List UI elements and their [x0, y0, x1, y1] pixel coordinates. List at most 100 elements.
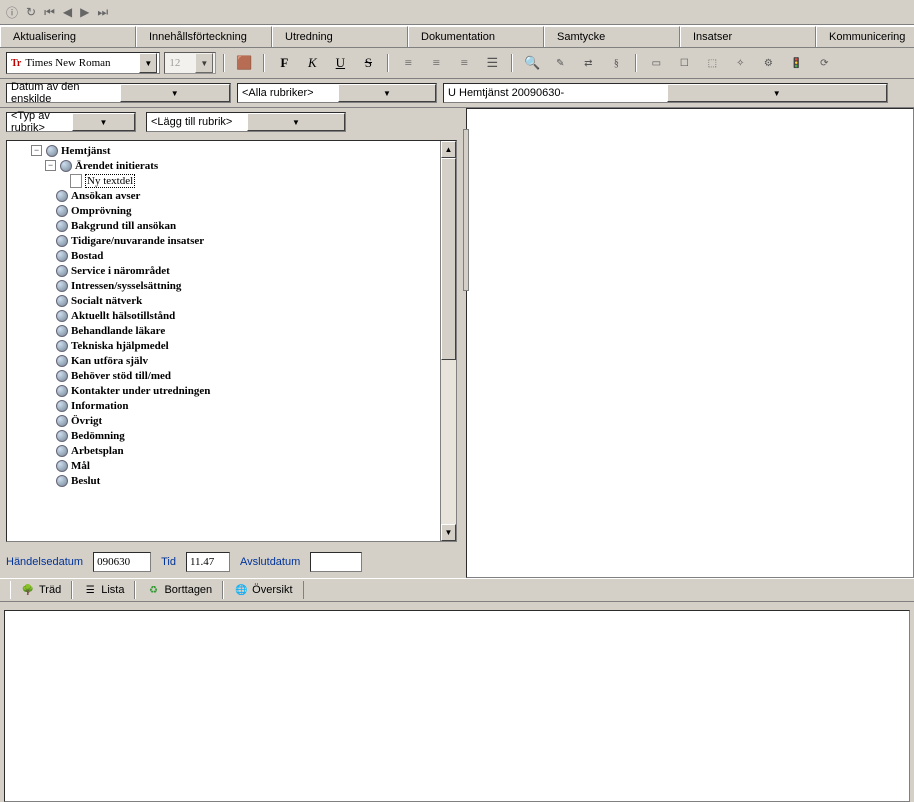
period-combo[interactable]: U Hemtjänst 20090630- ▼: [443, 83, 888, 103]
node-icon: [56, 430, 68, 442]
find-icon[interactable]: 🔍: [520, 51, 544, 75]
chevron-down-icon[interactable]: ▼: [72, 113, 135, 131]
next-icon[interactable]: ▶: [80, 5, 89, 19]
tree-item[interactable]: Arbetsplan: [71, 445, 124, 457]
tree-item[interactable]: Aktuellt hälsotillstånd: [71, 310, 175, 322]
lagg-till-rubrik-combo[interactable]: <Lägg till rubrik> ▼: [146, 112, 346, 132]
rubrik-tree[interactable]: − Hemtjänst − Ärendet initierats Ny text…: [6, 140, 457, 542]
last-icon[interactable]: ⏭: [97, 5, 108, 20]
viewtab-borttagen[interactable]: ♻ Borttagen: [135, 581, 223, 599]
font-size-combo[interactable]: 12 ▼: [164, 52, 216, 74]
node-icon: [56, 385, 68, 397]
prev-icon[interactable]: ◀: [63, 5, 72, 19]
tool-icon-10[interactable]: ⟳: [812, 51, 836, 75]
font-type-icon: Tr: [11, 58, 21, 69]
viewtab-oversikt-label: Översikt: [252, 584, 292, 596]
tree-item[interactable]: Övrigt: [71, 415, 102, 427]
tree-item[interactable]: Kan utföra själv: [71, 355, 148, 367]
underline-button[interactable]: U: [328, 51, 352, 75]
chevron-down-icon[interactable]: ▼: [338, 84, 436, 102]
scroll-down-icon[interactable]: ▼: [441, 524, 456, 541]
recycle-icon: ♻: [146, 583, 160, 597]
text-editor[interactable]: [4, 610, 910, 802]
tree-item[interactable]: Tidigare/nuvarande insatser: [71, 235, 204, 247]
viewtab-lista[interactable]: ☰ Lista: [72, 581, 135, 599]
align-left-icon[interactable]: ≡: [396, 51, 420, 75]
tree-initierats[interactable]: Ärendet initierats: [75, 160, 158, 172]
avslut-input[interactable]: [310, 552, 362, 572]
tab-dokumentation[interactable]: Dokumentation: [408, 26, 544, 47]
tree-item[interactable]: Information: [71, 400, 128, 412]
chevron-down-icon[interactable]: ▼: [139, 53, 157, 73]
rubrik-row: <Typ av rubrik> ▼ <Lägg till rubrik> ▼: [0, 108, 463, 136]
viewtab-oversikt[interactable]: 🌐 Översikt: [223, 581, 303, 599]
tree-item[interactable]: Socialt nätverk: [71, 295, 142, 307]
tree-item[interactable]: Kontakter under utredningen: [71, 385, 210, 397]
bold-button[interactable]: F: [272, 51, 296, 75]
tree-item[interactable]: Intressen/sysselsättning: [71, 280, 181, 292]
tool-icon-5[interactable]: ☐: [672, 51, 696, 75]
bullets-icon[interactable]: ☰: [480, 51, 504, 75]
tree-item[interactable]: Tekniska hjälpmedel: [71, 340, 169, 352]
node-icon: [56, 280, 68, 292]
align-right-icon[interactable]: ≡: [452, 51, 476, 75]
tool-icon-3[interactable]: §: [604, 51, 628, 75]
tree-item[interactable]: Service i närområdet: [71, 265, 170, 277]
tree-item[interactable]: Bakgrund till ansökan: [71, 220, 176, 232]
tab-insatser[interactable]: Insatser: [680, 26, 816, 47]
node-icon: [56, 220, 68, 232]
tool-icon-4[interactable]: ▭: [644, 51, 668, 75]
handelsedatum-input[interactable]: [93, 552, 151, 572]
tree-item[interactable]: Bostad: [71, 250, 103, 262]
scroll-up-icon[interactable]: ▲: [441, 141, 456, 158]
align-center-icon[interactable]: ≡: [424, 51, 448, 75]
tool-icon-1[interactable]: ✎: [548, 51, 572, 75]
italic-button[interactable]: K: [300, 51, 324, 75]
node-icon: [56, 265, 68, 277]
refresh-icon[interactable]: ↻: [26, 5, 36, 19]
tab-aktualisering[interactable]: Aktualisering: [0, 26, 136, 47]
viewtab-trad[interactable]: 🌳 Träd: [10, 581, 72, 599]
fill-color-icon[interactable]: 🟫: [232, 51, 256, 75]
tree-root[interactable]: Hemtjänst: [61, 145, 111, 157]
document-preview[interactable]: [466, 108, 914, 578]
tree-item[interactable]: Mål: [71, 460, 90, 472]
node-icon: [56, 295, 68, 307]
tool-icon-9[interactable]: 🚦: [784, 51, 808, 75]
expander-icon[interactable]: −: [45, 160, 56, 171]
tool-icon-7[interactable]: ✧: [728, 51, 752, 75]
node-icon: [56, 475, 68, 487]
rubriker-combo[interactable]: <Alla rubriker> ▼: [237, 83, 437, 103]
tab-utredning[interactable]: Utredning: [272, 26, 408, 47]
tree-item[interactable]: Beslut: [71, 475, 100, 487]
chevron-down-icon[interactable]: ▼: [247, 113, 345, 131]
typ-av-rubrik-combo[interactable]: <Typ av rubrik> ▼: [6, 112, 136, 132]
first-icon[interactable]: ⏮: [44, 5, 55, 20]
tree-item[interactable]: Bedömning: [71, 430, 125, 442]
doc-icon: [70, 174, 82, 188]
datum-value: Datum av den enskilde: [11, 81, 120, 105]
tool-icon-8[interactable]: ⚙: [756, 51, 780, 75]
chevron-down-icon[interactable]: ▼: [667, 84, 888, 102]
tab-kommunicering[interactable]: Kommunicering: [816, 26, 914, 47]
tool-icon-2[interactable]: ⇄: [576, 51, 600, 75]
tree-item[interactable]: Ansökan avser: [71, 190, 140, 202]
scroll-thumb[interactable]: [441, 158, 456, 360]
expander-icon[interactable]: −: [31, 145, 42, 156]
tree-nytext[interactable]: Ny textdel: [85, 174, 135, 188]
node-icon: [56, 415, 68, 427]
info-icon[interactable]: ⓘ: [6, 4, 18, 21]
tree-item[interactable]: Behandlande läkare: [71, 325, 165, 337]
chevron-down-icon[interactable]: ▼: [120, 84, 231, 102]
strike-button[interactable]: S: [356, 51, 380, 75]
font-name-combo[interactable]: Tr Times New Roman ▼: [6, 52, 160, 74]
tree-scrollbar[interactable]: ▲ ▼: [440, 141, 456, 541]
datum-combo[interactable]: Datum av den enskilde ▼: [6, 83, 231, 103]
tree-item[interactable]: Omprövning: [71, 205, 132, 217]
tree-item[interactable]: Behöver stöd till/med: [71, 370, 171, 382]
tool-icon-6[interactable]: ⬚: [700, 51, 724, 75]
tab-samtycke[interactable]: Samtycke: [544, 26, 680, 47]
chevron-down-icon[interactable]: ▼: [195, 53, 213, 73]
tab-innehall[interactable]: Innehållsförteckning: [136, 26, 272, 47]
tid-input[interactable]: [186, 552, 230, 572]
